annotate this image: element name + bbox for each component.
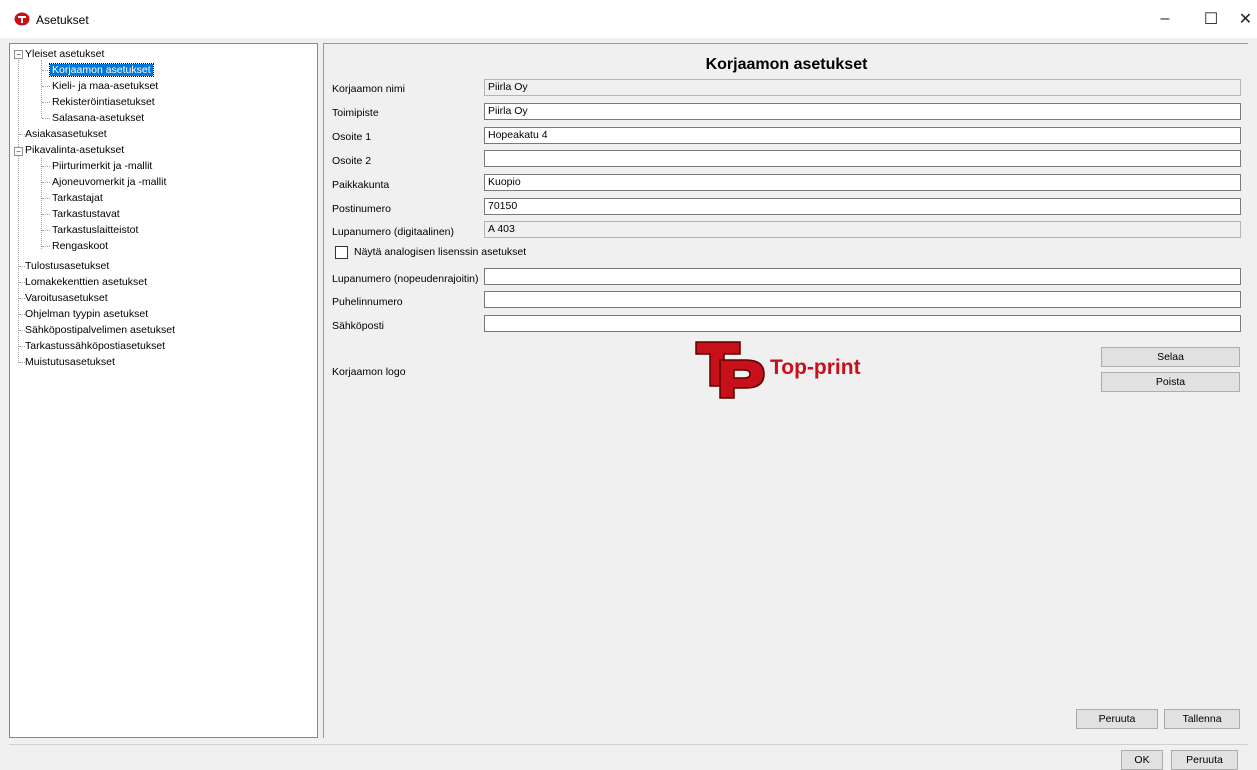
field-label: Toimipiste (332, 107, 379, 119)
lupanumero-digitaalinen-field: A 403 (484, 221, 1241, 238)
settings-tree[interactable]: − Yleiset asetukset Korjaamon asetukset … (9, 43, 318, 738)
logo-text: Top-print (770, 356, 861, 379)
osoite2-field[interactable] (484, 150, 1241, 167)
lupanumero-nopeudenrajoitin-field[interactable] (484, 268, 1241, 285)
tree-item-lomakekenttien-asetukset[interactable]: Lomakekenttien asetukset (23, 275, 149, 290)
tree-item-salasana-asetukset[interactable]: Salasana-asetukset (50, 111, 146, 126)
osoite1-field[interactable]: Hopeakatu 4 (484, 127, 1241, 144)
puhelinnumero-field[interactable] (484, 291, 1241, 308)
tree-item-muistutusasetukset[interactable]: Muistutusasetukset (23, 355, 117, 370)
remove-button[interactable]: Poista (1101, 372, 1240, 392)
korjaamon-nimi-field: Piirla Oy (484, 79, 1241, 96)
tree-item-rekisterointiasetukset[interactable]: Rekisteröintiasetukset (50, 95, 157, 110)
save-button[interactable]: Tallenna (1164, 709, 1240, 729)
tree-item-kieli-ja-maa-asetukset[interactable]: Kieli- ja maa-asetukset (50, 79, 160, 94)
tree-item-asiakasasetukset[interactable]: Asiakasasetukset (23, 127, 109, 142)
tree-item-rengaskoot[interactable]: Rengaskoot (50, 239, 110, 254)
tree-item-tarkastussahkopostiasetukset[interactable]: Tarkastussähköpostiasetukset (23, 339, 167, 354)
field-label: Paikkakunta (332, 179, 390, 191)
field-label: Osoite 2 (332, 155, 372, 167)
app-icon (14, 12, 30, 26)
window-title: Asetukset (36, 13, 89, 27)
field-label: Korjaamon nimi (332, 83, 405, 95)
tree-item-ohjelman-tyypin-asetukset[interactable]: Ohjelman tyypin asetukset (23, 307, 150, 322)
logo-label: Korjaamon logo (332, 366, 406, 378)
field-label: Sähköposti (332, 320, 384, 332)
page-title: Korjaamon asetukset (705, 56, 868, 73)
checkbox-label[interactable]: Näytä analogisen lisenssin asetukset (354, 246, 526, 258)
tree-item-tarkastuslaitteistot[interactable]: Tarkastuslaitteistot (50, 223, 140, 238)
close-button[interactable]: ✕ (1234, 0, 1257, 38)
tree-connector (41, 60, 42, 118)
footer-divider (9, 744, 1248, 745)
paikkakunta-field[interactable]: Kuopio (484, 174, 1241, 191)
browse-button[interactable]: Selaa (1101, 347, 1240, 367)
maximize-button[interactable]: ☐ (1188, 0, 1234, 38)
tree-item-tarkastustavat[interactable]: Tarkastustavat (50, 207, 122, 222)
field-label: Puhelinnumero (332, 296, 403, 308)
analog-license-checkbox[interactable] (335, 246, 348, 259)
field-label: Postinumero (332, 203, 391, 215)
top-print-logo-icon (695, 341, 765, 399)
ok-button[interactable]: OK (1121, 750, 1163, 770)
sahkoposti-field[interactable] (484, 315, 1241, 332)
tree-connector (18, 58, 19, 363)
tree-item-pikavalinta-asetukset[interactable]: Pikavalinta-asetukset (23, 143, 126, 158)
tree-item-korjaamon-asetukset[interactable]: Korjaamon asetukset (49, 63, 154, 78)
tree-item-sahkopostipalvelimen-asetukset[interactable]: Sähköpostipalvelimen asetukset (23, 323, 177, 338)
tree-item-piirturimerkit[interactable]: Piirturimerkit ja -mallit (50, 159, 154, 174)
tree-item-tulostusasetukset[interactable]: Tulostusasetukset (23, 259, 111, 274)
field-label: Osoite 1 (332, 131, 372, 143)
panel-cancel-button[interactable]: Peruuta (1076, 709, 1158, 729)
workshop-logo: Top-print (694, 340, 884, 400)
postinumero-field[interactable]: 70150 (484, 198, 1241, 215)
cancel-button[interactable]: Peruuta (1171, 750, 1238, 770)
collapse-icon[interactable]: − (14, 50, 23, 59)
collapse-icon[interactable]: − (14, 147, 23, 156)
title-bar: Asetukset – ☐ ✕ (0, 0, 1257, 38)
toimipiste-field[interactable]: Piirla Oy (484, 103, 1241, 120)
tree-item-varoitusasetukset[interactable]: Varoitusasetukset (23, 291, 110, 306)
minimize-button[interactable]: – (1142, 0, 1188, 38)
settings-panel: Korjaamon asetukset Korjaamon nimi Piirl… (323, 43, 1248, 738)
tree-item-ajoneuvomerkit[interactable]: Ajoneuvomerkit ja -mallit (50, 175, 168, 190)
tree-item-yleiset-asetukset[interactable]: Yleiset asetukset (23, 47, 106, 62)
field-label: Lupanumero (digitaalinen) (332, 226, 454, 238)
tree-connector (41, 158, 42, 249)
tree-item-tarkastajat[interactable]: Tarkastajat (50, 191, 105, 206)
field-label: Lupanumero (nopeudenrajoitin) (332, 273, 479, 285)
